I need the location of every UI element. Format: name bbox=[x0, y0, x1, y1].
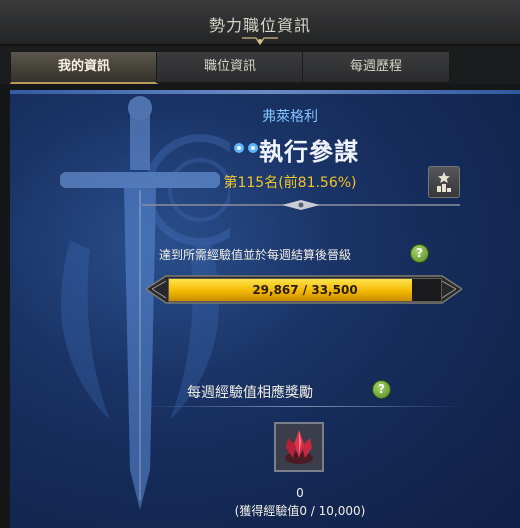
tab-position-info[interactable]: 職位資訊 bbox=[156, 51, 304, 83]
window-title: 勢力職位資訊 bbox=[208, 16, 311, 35]
promotion-goal-text: 達到所需經驗值並於每週結算後晉級 bbox=[158, 248, 351, 262]
ranking-podium-icon bbox=[437, 172, 451, 192]
faction-name: 弗萊格利 bbox=[262, 109, 318, 125]
experience-progress-bar: 29,867 / 33,500 bbox=[146, 270, 462, 310]
tab-my-info[interactable]: 我的資訊 bbox=[10, 51, 158, 84]
tab-weekly-history[interactable]: 每週歷程 bbox=[302, 51, 450, 83]
ranking-button[interactable] bbox=[428, 166, 460, 198]
my-info-panel: 弗萊格利 執行參謀 第115名(前81.56%) 達到所需經驗值並於每週結算後晉… bbox=[10, 90, 520, 528]
progress-bar-track: 29,867 / 33,500 bbox=[168, 278, 442, 302]
section-divider-icon bbox=[142, 200, 460, 210]
reward-help-button[interactable]: ? bbox=[372, 380, 391, 399]
red-crystal-icon bbox=[276, 424, 322, 470]
weekly-reward-title: 每週經驗值相應獎勵 bbox=[187, 385, 313, 401]
reward-item-slot[interactable] bbox=[274, 422, 324, 472]
window-titlebar: 勢力職位資訊 bbox=[0, 0, 520, 46]
promotion-help-button[interactable]: ? bbox=[410, 244, 429, 263]
rank-position: 第115名(前81.56%) bbox=[223, 175, 357, 191]
progress-bar-text: 29,867 / 33,500 bbox=[252, 283, 358, 297]
reward-exp-text: (獲得經驗值0 / 10,000) bbox=[234, 504, 366, 518]
reward-count: 0 bbox=[296, 486, 304, 500]
rank-title: 執行參謀 bbox=[259, 138, 359, 166]
reward-divider bbox=[140, 406, 464, 407]
tab-bar: 我的資訊 職位資訊 每週歷程 bbox=[0, 46, 520, 84]
